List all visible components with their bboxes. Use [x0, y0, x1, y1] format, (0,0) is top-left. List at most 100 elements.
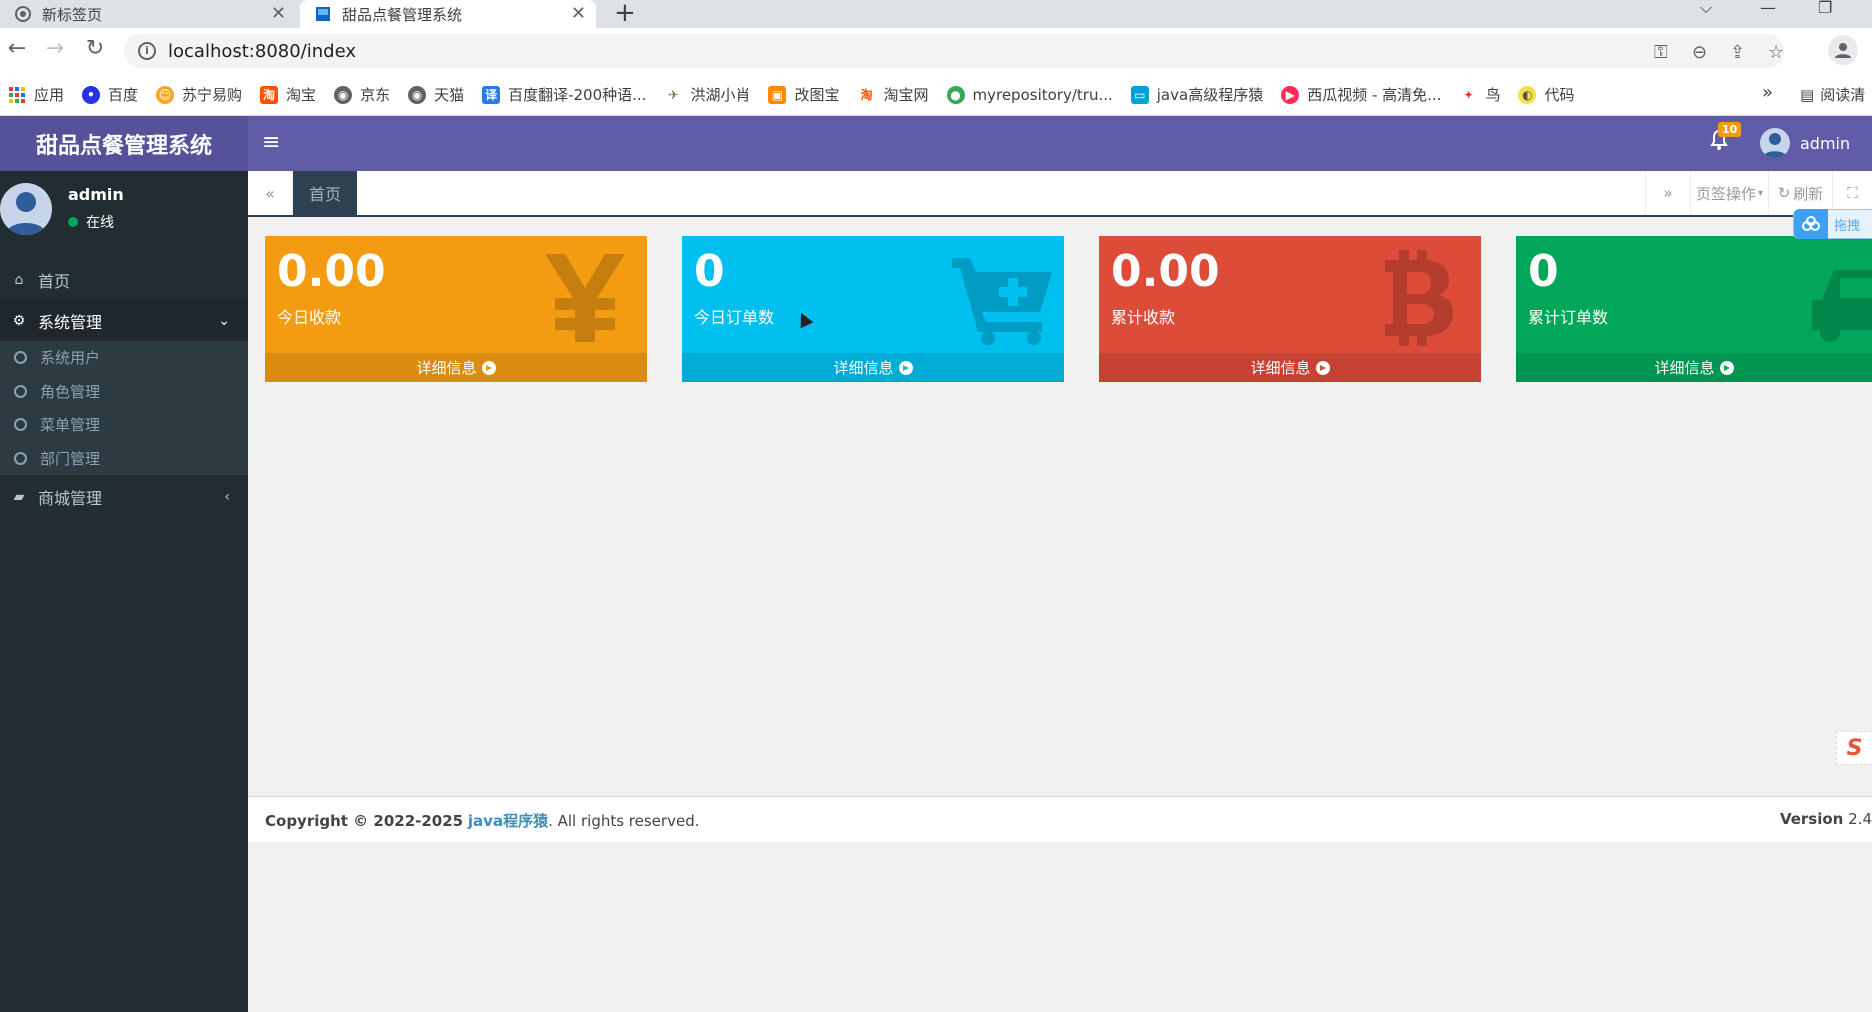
apps-grid-icon [8, 86, 26, 104]
circle-icon [14, 351, 27, 365]
bookmark-code[interactable]: ◐ 代码 [1518, 84, 1575, 105]
stat-label: 今日订单数 [694, 308, 775, 327]
forward-icon[interactable]: → [40, 36, 70, 61]
app-favicon-icon [314, 5, 332, 23]
home-icon: ⌂ [14, 272, 24, 288]
suning-icon: ☺ [156, 85, 175, 104]
arrow-circle-right-icon [1315, 360, 1330, 375]
more-bookmarks-button[interactable]: » [1762, 82, 1773, 103]
bookmark-taobaowang[interactable]: 淘 淘宝网 [857, 84, 929, 105]
notification-bell[interactable]: 10 [1710, 122, 1742, 156]
tab-ops-dropdown[interactable]: 页签操作 ▾ [1690, 171, 1768, 215]
xigua-icon: ▶ [1281, 85, 1300, 104]
sidebar-item-roles[interactable]: 角色管理 [0, 375, 248, 409]
bookmark-niao[interactable]: ✦ 鸟 [1459, 84, 1500, 105]
profile-icon[interactable] [1828, 35, 1858, 65]
sidebar-item-departments[interactable]: 部门管理 [0, 442, 248, 476]
app-footer: Copyright © 2022-2025 java程序猿. All right… [248, 796, 1872, 842]
bookmark-baidu[interactable]: • 百度 [82, 84, 138, 105]
arrow-circle-right-icon [481, 360, 496, 375]
stat-box-total-orders: 0 累计订单数 详细信息 [1516, 236, 1872, 382]
drag-float-widget[interactable]: 拖拽 [1793, 209, 1872, 239]
bookmark-star-icon[interactable]: ☆ [1768, 42, 1784, 63]
bookmark-jd[interactable]: ◉ 京东 [334, 84, 390, 105]
chevron-left-icon: ‹ [224, 489, 230, 505]
close-tab-icon[interactable]: ✕ [271, 3, 286, 24]
s-logo-float-icon[interactable]: S [1836, 731, 1872, 765]
bookmark-xigua[interactable]: ▶ 西瓜视频 - 高清免... [1281, 84, 1441, 105]
tabs-scroll-left-icon[interactable]: « [248, 171, 293, 215]
sidebar: admin 在线 ⌂ 首页 ⚙ 系统管理 ⌄ 系统用户 角色管理 菜单管理 部门… [0, 171, 248, 1012]
tab-title: 新标签页 [42, 5, 103, 24]
bird-icon: ✈ [664, 85, 683, 104]
bookmark-java-bilibili[interactable]: ▭ java高级程序猿 [1130, 84, 1263, 105]
more-info-link[interactable]: 详细信息 [265, 353, 647, 382]
online-dot-icon [68, 217, 78, 227]
app-logo[interactable]: 甜品点餐管理系统 [0, 116, 248, 171]
sidebar-item-system[interactable]: ⚙ 系统管理 ⌄ [0, 300, 248, 342]
tab-home[interactable]: 首页 [293, 171, 357, 215]
globe-icon: ◉ [408, 85, 427, 104]
app-header: 甜品点餐管理系统 ≡ 10 admin [0, 116, 1872, 171]
site-info-icon[interactable]: i [138, 42, 156, 60]
bookmark-tmall[interactable]: ◉ 天猫 [408, 84, 464, 105]
stat-box-today-income: 0.00 今日收款 详细信息 [265, 236, 647, 382]
version-text: Version 2.4 [1779, 810, 1872, 828]
stat-value: 0.00 [277, 246, 386, 297]
arrow-circle-right-icon [1719, 360, 1734, 375]
tabs-scroll-right-icon[interactable]: » [1645, 171, 1690, 215]
yen-icon [545, 254, 625, 342]
bookmark-apps[interactable]: 应用 [8, 84, 64, 105]
bookmark-baidu-translate[interactable]: 译 百度翻译-200种语... [482, 84, 646, 105]
sidebar-item-home[interactable]: ⌂ 首页 [0, 259, 248, 301]
stat-label: 累计订单数 [1528, 308, 1609, 327]
url-text[interactable]: localhost:8080/index [168, 41, 356, 62]
bookmark-gaitubao[interactable]: ▣ 改图宝 [768, 84, 839, 105]
sidebar-item-menus[interactable]: 菜单管理 [0, 408, 248, 442]
avatar [1760, 128, 1790, 158]
bookmark-myrepository[interactable]: ● myrepository/tru... [946, 85, 1113, 104]
circle-icon [14, 418, 27, 432]
username-label: admin [1800, 133, 1851, 153]
more-info-link[interactable]: 详细信息 [1099, 353, 1481, 382]
stat-label: 累计收款 [1111, 308, 1176, 327]
new-tab-button[interactable]: + [614, 0, 636, 28]
cloud-icon [1794, 209, 1828, 239]
browser-tab-newtab[interactable]: 新标签页 ✕ [0, 0, 296, 28]
sidebar-item-mall[interactable]: ▰ 商城管理 ‹ [0, 476, 248, 518]
reload-icon[interactable]: ↻ [80, 36, 110, 61]
share-icon[interactable]: ⇪ [1730, 42, 1745, 63]
browser-tab-strip: 新标签页 ✕ 甜品点餐管理系统 ✕ + ⌵ — ❐ [0, 0, 1872, 28]
stat-value: 0 [694, 246, 725, 297]
gaitubao-icon: ▣ [768, 85, 787, 104]
user-menu[interactable]: admin [1760, 128, 1850, 158]
bookmark-taobao[interactable]: 淘 淘宝 [260, 84, 316, 105]
back-icon[interactable]: ← [2, 36, 32, 61]
close-tab-icon[interactable]: ✕ [571, 3, 586, 24]
sidebar-toggle-icon[interactable]: ≡ [262, 130, 280, 155]
reading-list-button[interactable]: ▤ 阅读清 [1800, 84, 1865, 105]
browser-tab-app[interactable]: 甜品点餐管理系统 ✕ [300, 0, 596, 28]
more-info-link[interactable]: 详细信息 [682, 353, 1064, 382]
restore-icon[interactable]: ❐ [1818, 0, 1832, 17]
bookmark-suning[interactable]: ☺ 苏宁易购 [156, 84, 242, 105]
taobao-icon: 淘 [857, 85, 876, 104]
company-link[interactable]: java程序猿 [468, 812, 548, 830]
zoom-icon[interactable]: ⊖ [1692, 42, 1707, 63]
stat-box-total-income: 0.00 累计收款 详细信息 [1099, 236, 1481, 382]
omnibox[interactable]: i localhost:8080/index ⚿ ⊖ ⇪ ☆ [124, 34, 1784, 68]
bookmark-honghu[interactable]: ✈ 洪湖小肖 [664, 84, 750, 105]
tab-title: 甜品点餐管理系统 [342, 5, 463, 24]
notification-badge: 10 [1718, 122, 1742, 137]
key-icon[interactable]: ⚿ [1654, 42, 1668, 63]
sidebar-item-system-users[interactable]: 系统用户 [0, 341, 248, 375]
avatar [0, 183, 52, 235]
tab-search-icon[interactable]: ⌵ [1700, 0, 1712, 18]
cogs-icon: ⚙ [12, 313, 26, 329]
bilibili-icon: ▭ [1130, 85, 1149, 104]
reading-list-icon: ▤ [1800, 85, 1815, 104]
bitcoin-icon [1385, 250, 1453, 346]
more-info-link[interactable]: 详细信息 [1516, 353, 1872, 382]
minimize-icon[interactable]: — [1760, 0, 1776, 17]
circle-icon [14, 384, 27, 398]
